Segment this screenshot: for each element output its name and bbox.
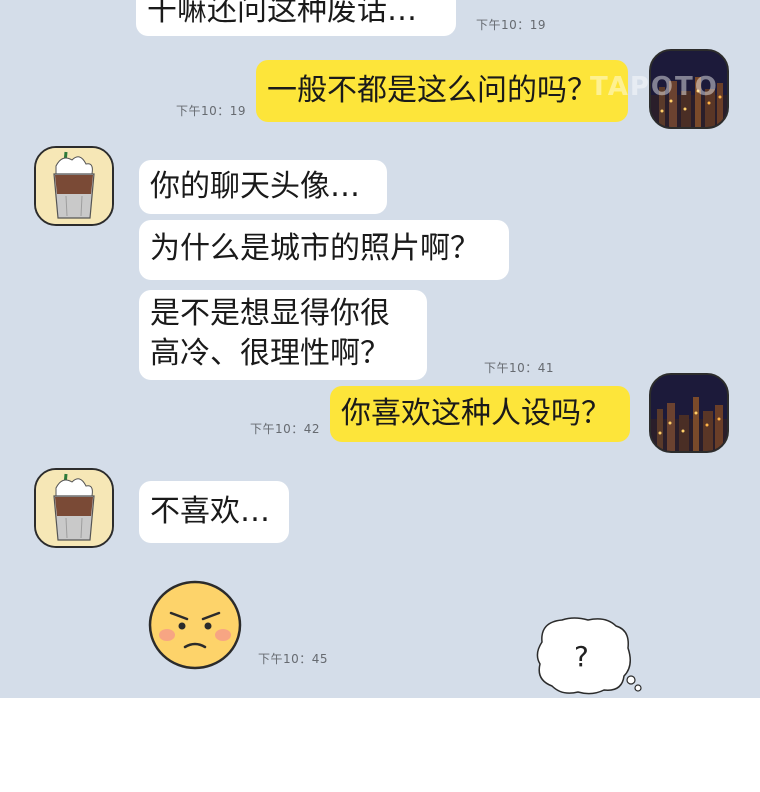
bottom-blank: [0, 698, 760, 792]
message-timestamp: 下午10：19: [176, 104, 247, 118]
watermark: TAPOTO: [590, 72, 719, 102]
message-timestamp: 下午10：41: [484, 361, 555, 375]
outgoing-bubble: 一般不都是这么问的吗？: [256, 60, 628, 122]
message-timestamp: 下午10：19: [476, 18, 547, 32]
iced-coffee-icon: [36, 148, 112, 224]
message-text-line: 是不是想显得你很: [150, 296, 390, 331]
incoming-bubble: 不喜欢…: [139, 481, 289, 543]
outgoing-bubble: 你喜欢这种人设吗？: [330, 386, 630, 442]
message-text: 你喜欢这种人设吗？: [341, 396, 611, 431]
message-text-line: 高冷、很理性啊？: [150, 336, 390, 371]
annoyed-face-icon: [148, 580, 242, 670]
message-text: 不喜欢…: [150, 494, 270, 529]
chat-area: 干嘛还问这种废话… 下午10：19 一般不都是这么问的吗？ 下午10：19 TA…: [0, 0, 760, 698]
incoming-bubble: 是不是想显得你很 高冷、很理性啊？: [139, 290, 427, 380]
iced-coffee-icon: [36, 470, 112, 546]
message-text: 一般不都是这么问的吗？: [267, 73, 597, 108]
incoming-avatar[interactable]: [34, 468, 114, 548]
incoming-bubble: 你的聊天头像…: [139, 160, 387, 214]
message-text: 你的聊天头像…: [150, 169, 360, 204]
incoming-bubble: 为什么是城市的照片啊？: [139, 220, 509, 280]
message-timestamp: 下午10：42: [250, 422, 321, 436]
incoming-bubble: 干嘛还问这种废话…: [136, 0, 456, 36]
message-text: 干嘛还问这种废话…: [147, 0, 417, 28]
outgoing-avatar[interactable]: [649, 373, 729, 453]
question-mark: ?: [574, 640, 589, 673]
message-timestamp: 下午10：45: [258, 652, 329, 666]
incoming-avatar[interactable]: [34, 146, 114, 226]
message-text: 为什么是城市的照片啊？: [150, 231, 480, 266]
city-night-icon: [651, 375, 727, 451]
